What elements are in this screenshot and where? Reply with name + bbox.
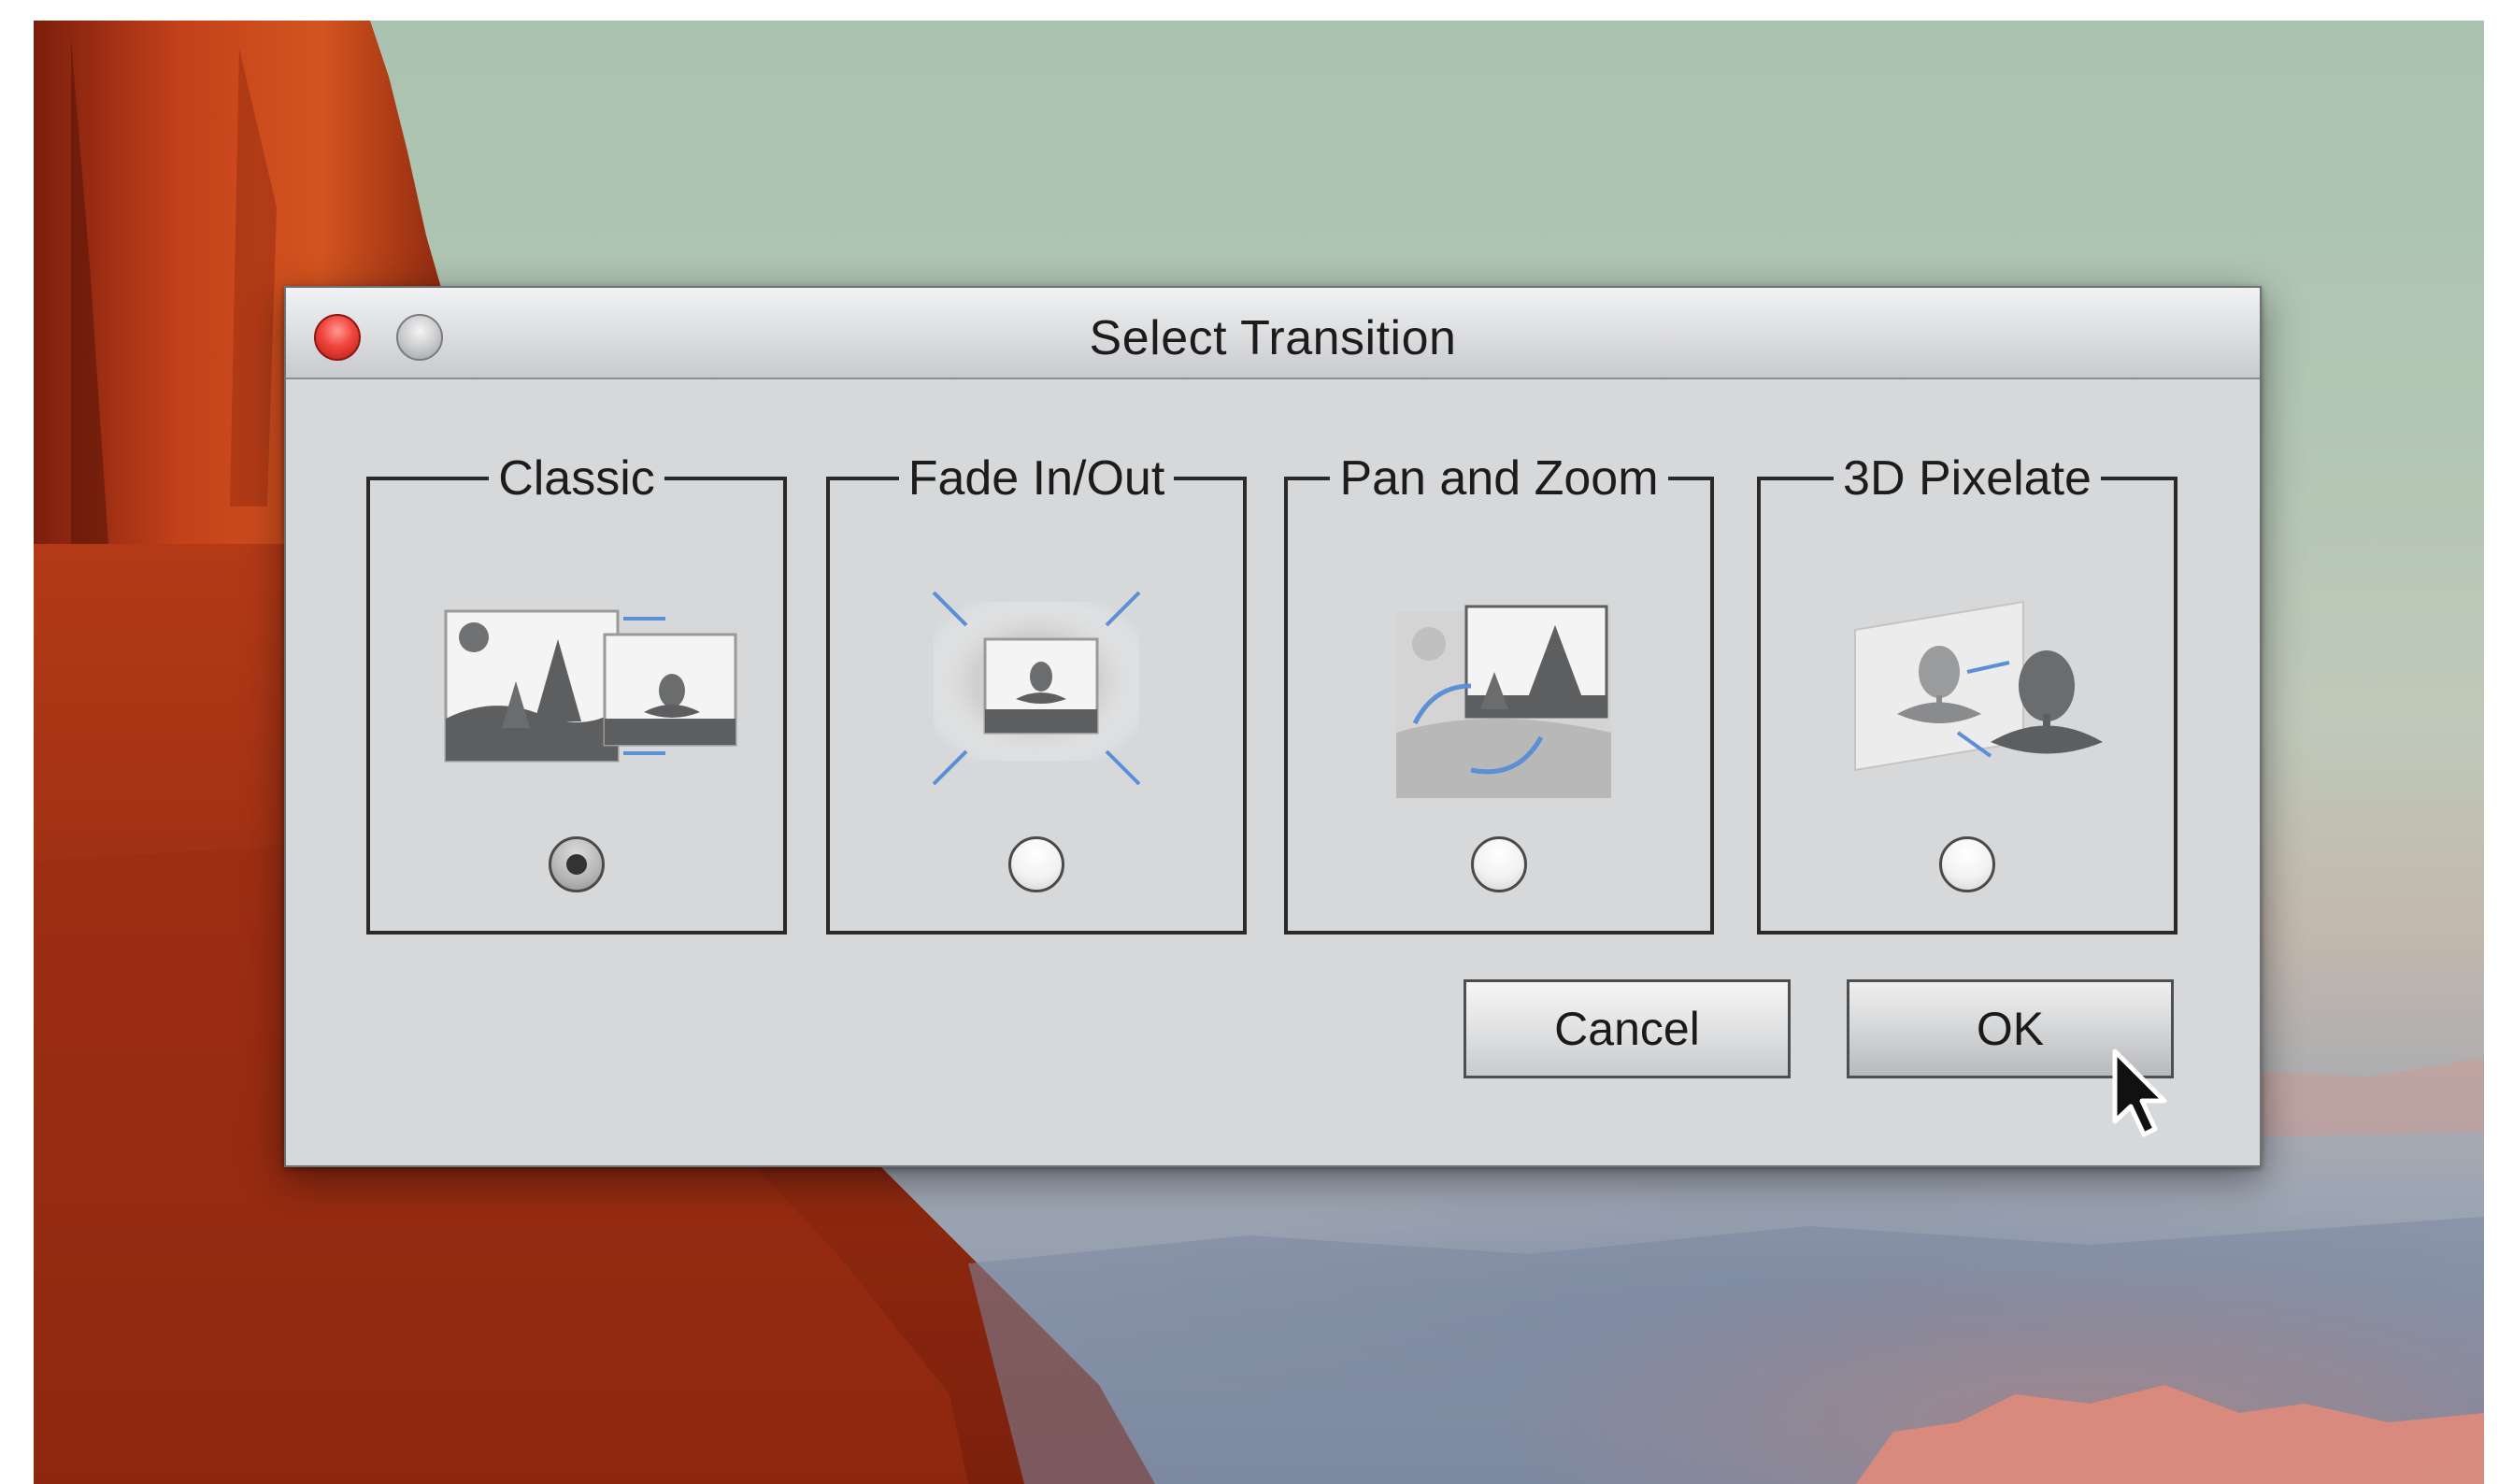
- option-label-3d-pixelate: 3D Pixelate: [1834, 451, 2101, 506]
- dialog-titlebar: Select Transition: [286, 288, 2260, 379]
- radio-3d-pixelate[interactable]: [1939, 836, 1995, 892]
- option-label-pan-zoom: Pan and Zoom: [1330, 451, 1668, 506]
- cancel-button[interactable]: Cancel: [1464, 979, 1791, 1078]
- option-label-classic: Classic: [489, 451, 664, 506]
- fade-transition-icon: [830, 583, 1243, 798]
- option-group-pan-zoom: Pan and Zoom: [1284, 451, 1714, 935]
- dialog-title: Select Transition: [1089, 311, 1457, 365]
- screen: Select Transition Classic Fade In/Out Pa…: [0, 0, 2513, 1484]
- mouse-pointer-icon: [2110, 1047, 2176, 1140]
- option-group-fade: Fade In/Out: [826, 451, 1247, 935]
- select-transition-dialog: Select Transition Classic Fade In/Out Pa…: [284, 286, 2262, 1167]
- option-group-classic: Classic: [366, 451, 787, 935]
- option-group-3d-pixelate: 3D Pixelate: [1757, 451, 2177, 935]
- radio-pan-zoom[interactable]: [1471, 836, 1527, 892]
- pan-zoom-transition-icon: [1288, 583, 1710, 798]
- radio-fade[interactable]: [1008, 836, 1064, 892]
- option-label-fade: Fade In/Out: [898, 451, 1175, 506]
- radio-classic[interactable]: [549, 836, 605, 892]
- classic-transition-icon: [370, 583, 783, 798]
- 3d-pixelate-transition-icon: [1761, 583, 2174, 798]
